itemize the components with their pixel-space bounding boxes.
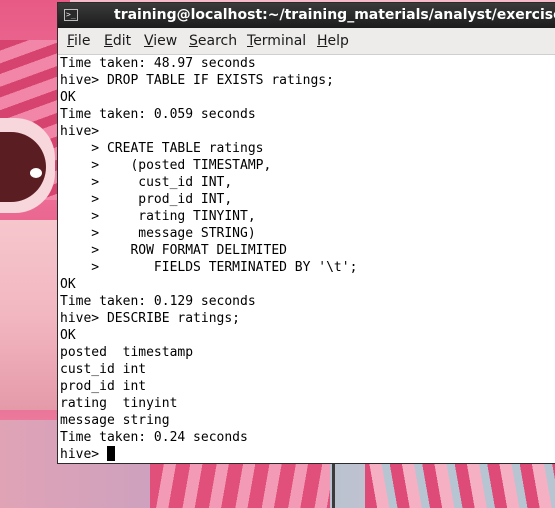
terminal-line: posted timestamp: [60, 345, 194, 360]
wallpaper-bottom-right: [365, 462, 555, 508]
terminal-line: OK: [60, 277, 76, 292]
terminal-line: OK: [60, 90, 76, 105]
terminal-line: hive> DROP TABLE IF EXISTS ratings;: [60, 73, 334, 88]
terminal-line: > message STRING): [60, 226, 256, 241]
terminal-line: > rating TINYINT,: [60, 209, 256, 224]
menu-terminal[interactable]: Terminal: [247, 33, 306, 49]
menubar: File Edit View Search Terminal Help: [58, 28, 555, 55]
menu-view[interactable]: View: [144, 33, 177, 49]
menu-file[interactable]: File: [67, 33, 90, 49]
terminal-line: > cust_id INT,: [60, 175, 233, 190]
terminal-output: Time taken: 48.97 seconds hive> DROP TABL…: [60, 55, 555, 446]
terminal-line: Time taken: 0.24 seconds: [60, 430, 248, 445]
window-title: training@localhost:~/training_materials/…: [114, 7, 555, 23]
menu-edit[interactable]: Edit: [104, 33, 131, 49]
wallpaper-face: [0, 220, 58, 410]
terminal-line: Time taken: 0.059 seconds: [60, 107, 256, 122]
wallpaper-bottom-hair: [150, 462, 330, 508]
terminal-line: > CREATE TABLE ratings: [60, 141, 264, 156]
terminal-line: > (posted TIMESTAMP,: [60, 158, 272, 173]
prompt-text: hive>: [60, 447, 107, 462]
menu-help[interactable]: Help: [317, 33, 349, 49]
terminal-line: > ROW FORMAT DELIMITED: [60, 243, 287, 258]
terminal-line: cust_id int: [60, 362, 147, 377]
terminal-body[interactable]: Time taken: 48.97 seconds hive> DROP TABL…: [60, 55, 555, 463]
terminal-line: prod_id int: [60, 379, 147, 394]
text-cursor: [106, 446, 115, 461]
terminal-line: message string: [60, 413, 170, 428]
terminal-line: OK: [60, 328, 76, 343]
terminal-line: > FIELDS TERMINATED BY '\t';: [60, 260, 358, 275]
wallpaper-frame-line: [332, 462, 335, 508]
terminal-line: Time taken: 0.129 seconds: [60, 294, 256, 309]
terminal-icon[interactable]: >_: [64, 9, 78, 21]
wallpaper-eye-glint: [30, 168, 42, 178]
terminal-line: hive>: [60, 124, 100, 139]
terminal-line: > prod_id INT,: [60, 192, 233, 207]
terminal-line: Time taken: 48.97 seconds: [60, 56, 256, 71]
terminal-window[interactable]: >_ training@localhost:~/training_materia…: [57, 2, 555, 464]
menu-search[interactable]: Search: [189, 33, 237, 49]
desktop: >_ training@localhost:~/training_materia…: [0, 0, 555, 508]
window-titlebar[interactable]: >_ training@localhost:~/training_materia…: [58, 3, 555, 28]
terminal-line: hive> DESCRIBE ratings;: [60, 311, 241, 326]
prompt-line[interactable]: hive>: [60, 446, 555, 463]
terminal-line: rating tinyint: [60, 396, 178, 411]
